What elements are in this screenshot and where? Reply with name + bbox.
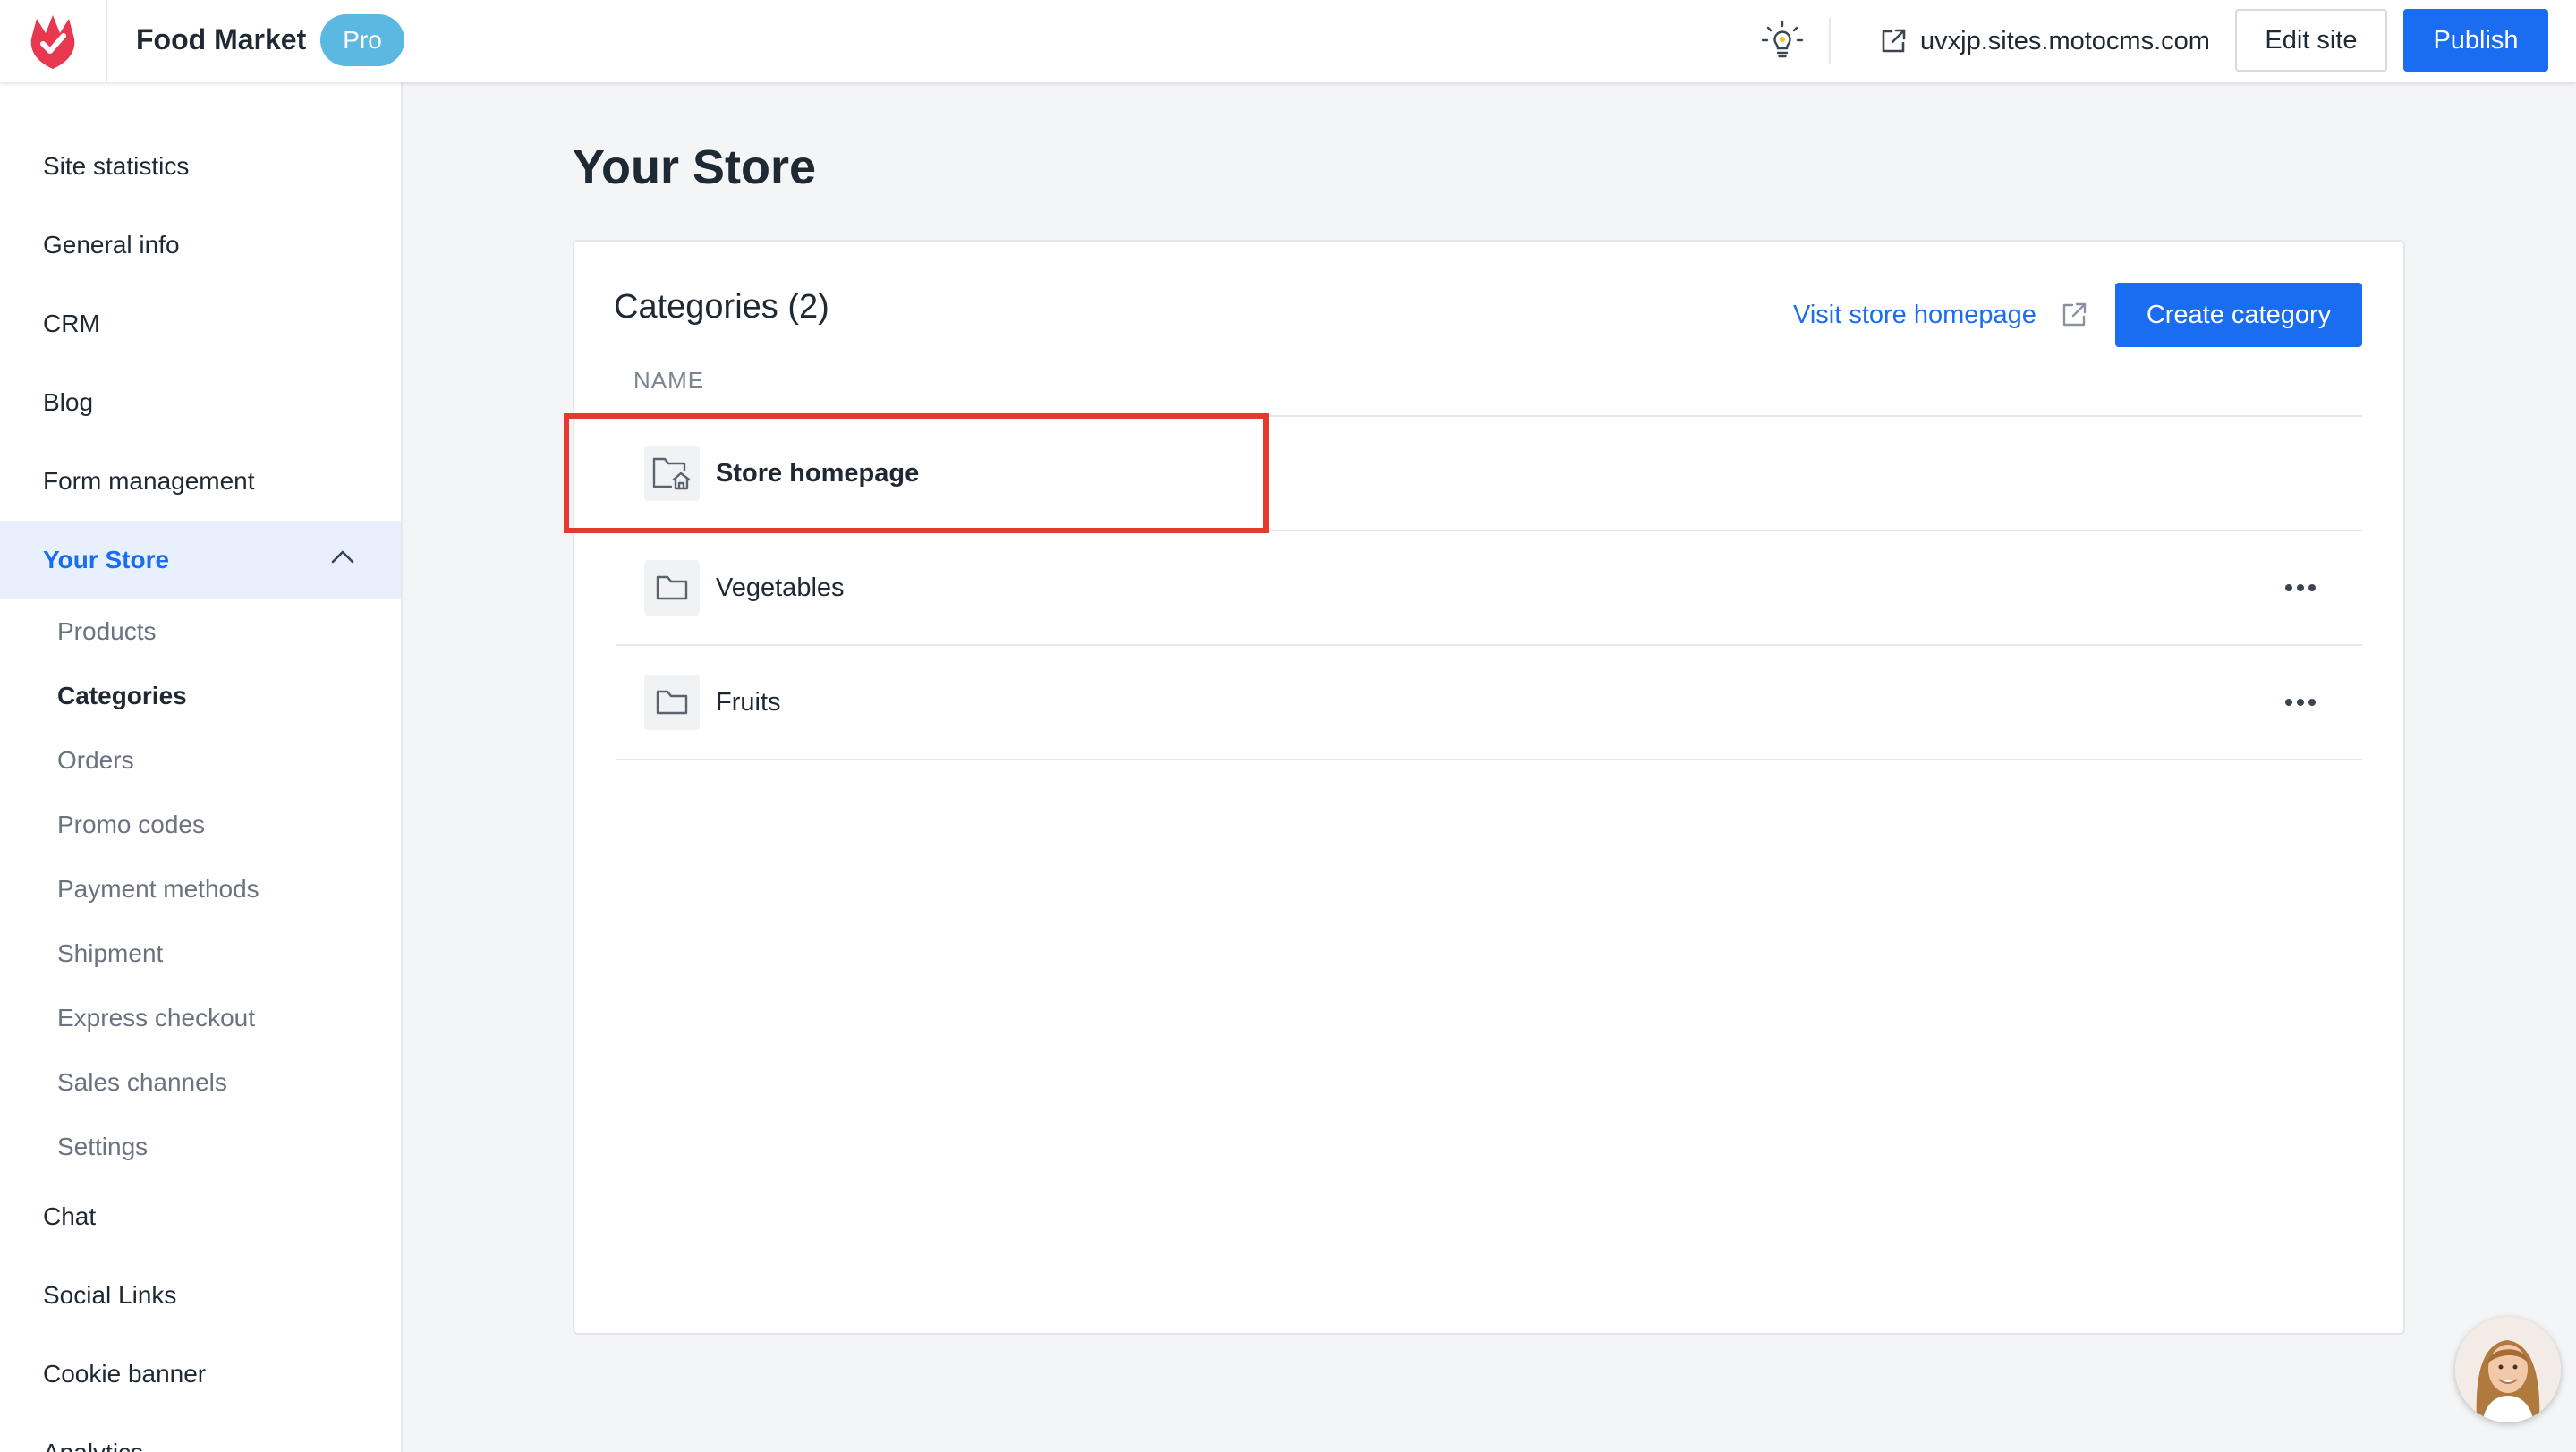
sidebar-subitem-express-checkout[interactable]: Express checkout	[57, 991, 255, 1045]
sidebar-item-site-statistics[interactable]: Site statistics	[0, 127, 401, 206]
sidebar-subitem-sales-channels[interactable]: Sales channels	[57, 1056, 227, 1109]
card-title: Categories (2)	[614, 288, 829, 326]
categories-card	[573, 240, 2405, 1335]
sidebar-subitem-orders[interactable]: Orders	[57, 734, 134, 787]
chevron-up-icon[interactable]	[331, 549, 354, 564]
category-name: Store homepage	[716, 458, 920, 488]
create-category-button[interactable]: Create category	[2115, 283, 2362, 347]
sidebar-item-general-info[interactable]: General info	[0, 206, 401, 284]
app-title: Food Market	[136, 23, 307, 55]
sidebar-subitem-categories[interactable]: Categories	[57, 669, 187, 723]
category-row-vegetables[interactable]: Vegetables	[616, 531, 2362, 644]
folder-icon	[644, 675, 700, 730]
folder-icon	[644, 560, 700, 616]
sidebar-item-analytics[interactable]: Analytics	[0, 1414, 401, 1452]
sidebar-subitem-shipment[interactable]: Shipment	[57, 927, 163, 981]
more-options-icon[interactable]	[2278, 570, 2323, 606]
category-name: Fruits	[716, 687, 781, 717]
sidebar-subitem-settings[interactable]: Settings	[57, 1120, 148, 1174]
publish-button[interactable]: Publish	[2403, 9, 2548, 72]
site-url-link[interactable]: uvxjp.sites.motocms.com	[1879, 21, 2210, 61]
category-row-store-homepage[interactable]: Store homepage	[616, 417, 2362, 530]
category-name: Vegetables	[716, 573, 845, 602]
sidebar-item-blog[interactable]: Blog	[0, 363, 401, 442]
visit-store-homepage-label: Visit store homepage	[1793, 300, 2036, 329]
sidebar-subitem-payment-methods[interactable]: Payment methods	[57, 862, 259, 916]
sidebar-item-label: Your Store	[43, 546, 170, 573]
category-row-fruits[interactable]: Fruits	[616, 646, 2362, 759]
edit-site-button[interactable]: Edit site	[2235, 9, 2387, 72]
folder-home-icon	[644, 446, 700, 501]
page-title: Your Store	[573, 140, 817, 194]
sidebar-item-cookie-banner[interactable]: Cookie banner	[0, 1335, 401, 1414]
sidebar-item-crm[interactable]: CRM	[0, 284, 401, 363]
site-url-text: uvxjp.sites.motocms.com	[1920, 26, 2210, 55]
brand-logo-icon	[30, 15, 75, 69]
visit-store-homepage-link[interactable]: Visit store homepage	[1793, 293, 2088, 336]
sidebar-item-your-store[interactable]: Your Store	[0, 521, 401, 599]
sidebar-subitem-products[interactable]: Products	[57, 605, 157, 658]
sidebar-subitem-promo-codes[interactable]: Promo codes	[57, 798, 205, 852]
tips-button[interactable]	[1757, 16, 1807, 66]
sidebar: Site statistics General info CRM Blog Fo…	[0, 82, 403, 1452]
lightbulb-icon	[1761, 20, 1804, 58]
toolbar-divider	[1829, 18, 1831, 64]
sidebar-item-social-links[interactable]: Social Links	[0, 1256, 401, 1335]
sidebar-item-chat[interactable]: Chat	[0, 1177, 401, 1256]
column-header-name[interactable]: NAME	[633, 367, 704, 395]
external-link-icon	[1882, 29, 1906, 53]
person-avatar-icon	[2455, 1317, 2561, 1422]
support-chat-avatar[interactable]	[2455, 1317, 2561, 1422]
top-bar: Food Market Pro uvxjp.sites.motocms.com …	[0, 0, 2576, 82]
sidebar-item-form-management[interactable]: Form management	[0, 442, 401, 521]
plan-badge: Pro	[320, 14, 404, 66]
more-options-icon[interactable]	[2278, 684, 2323, 720]
brand-logo[interactable]	[0, 0, 107, 82]
external-link-icon	[2062, 302, 2087, 327]
row-divider	[616, 759, 2362, 760]
